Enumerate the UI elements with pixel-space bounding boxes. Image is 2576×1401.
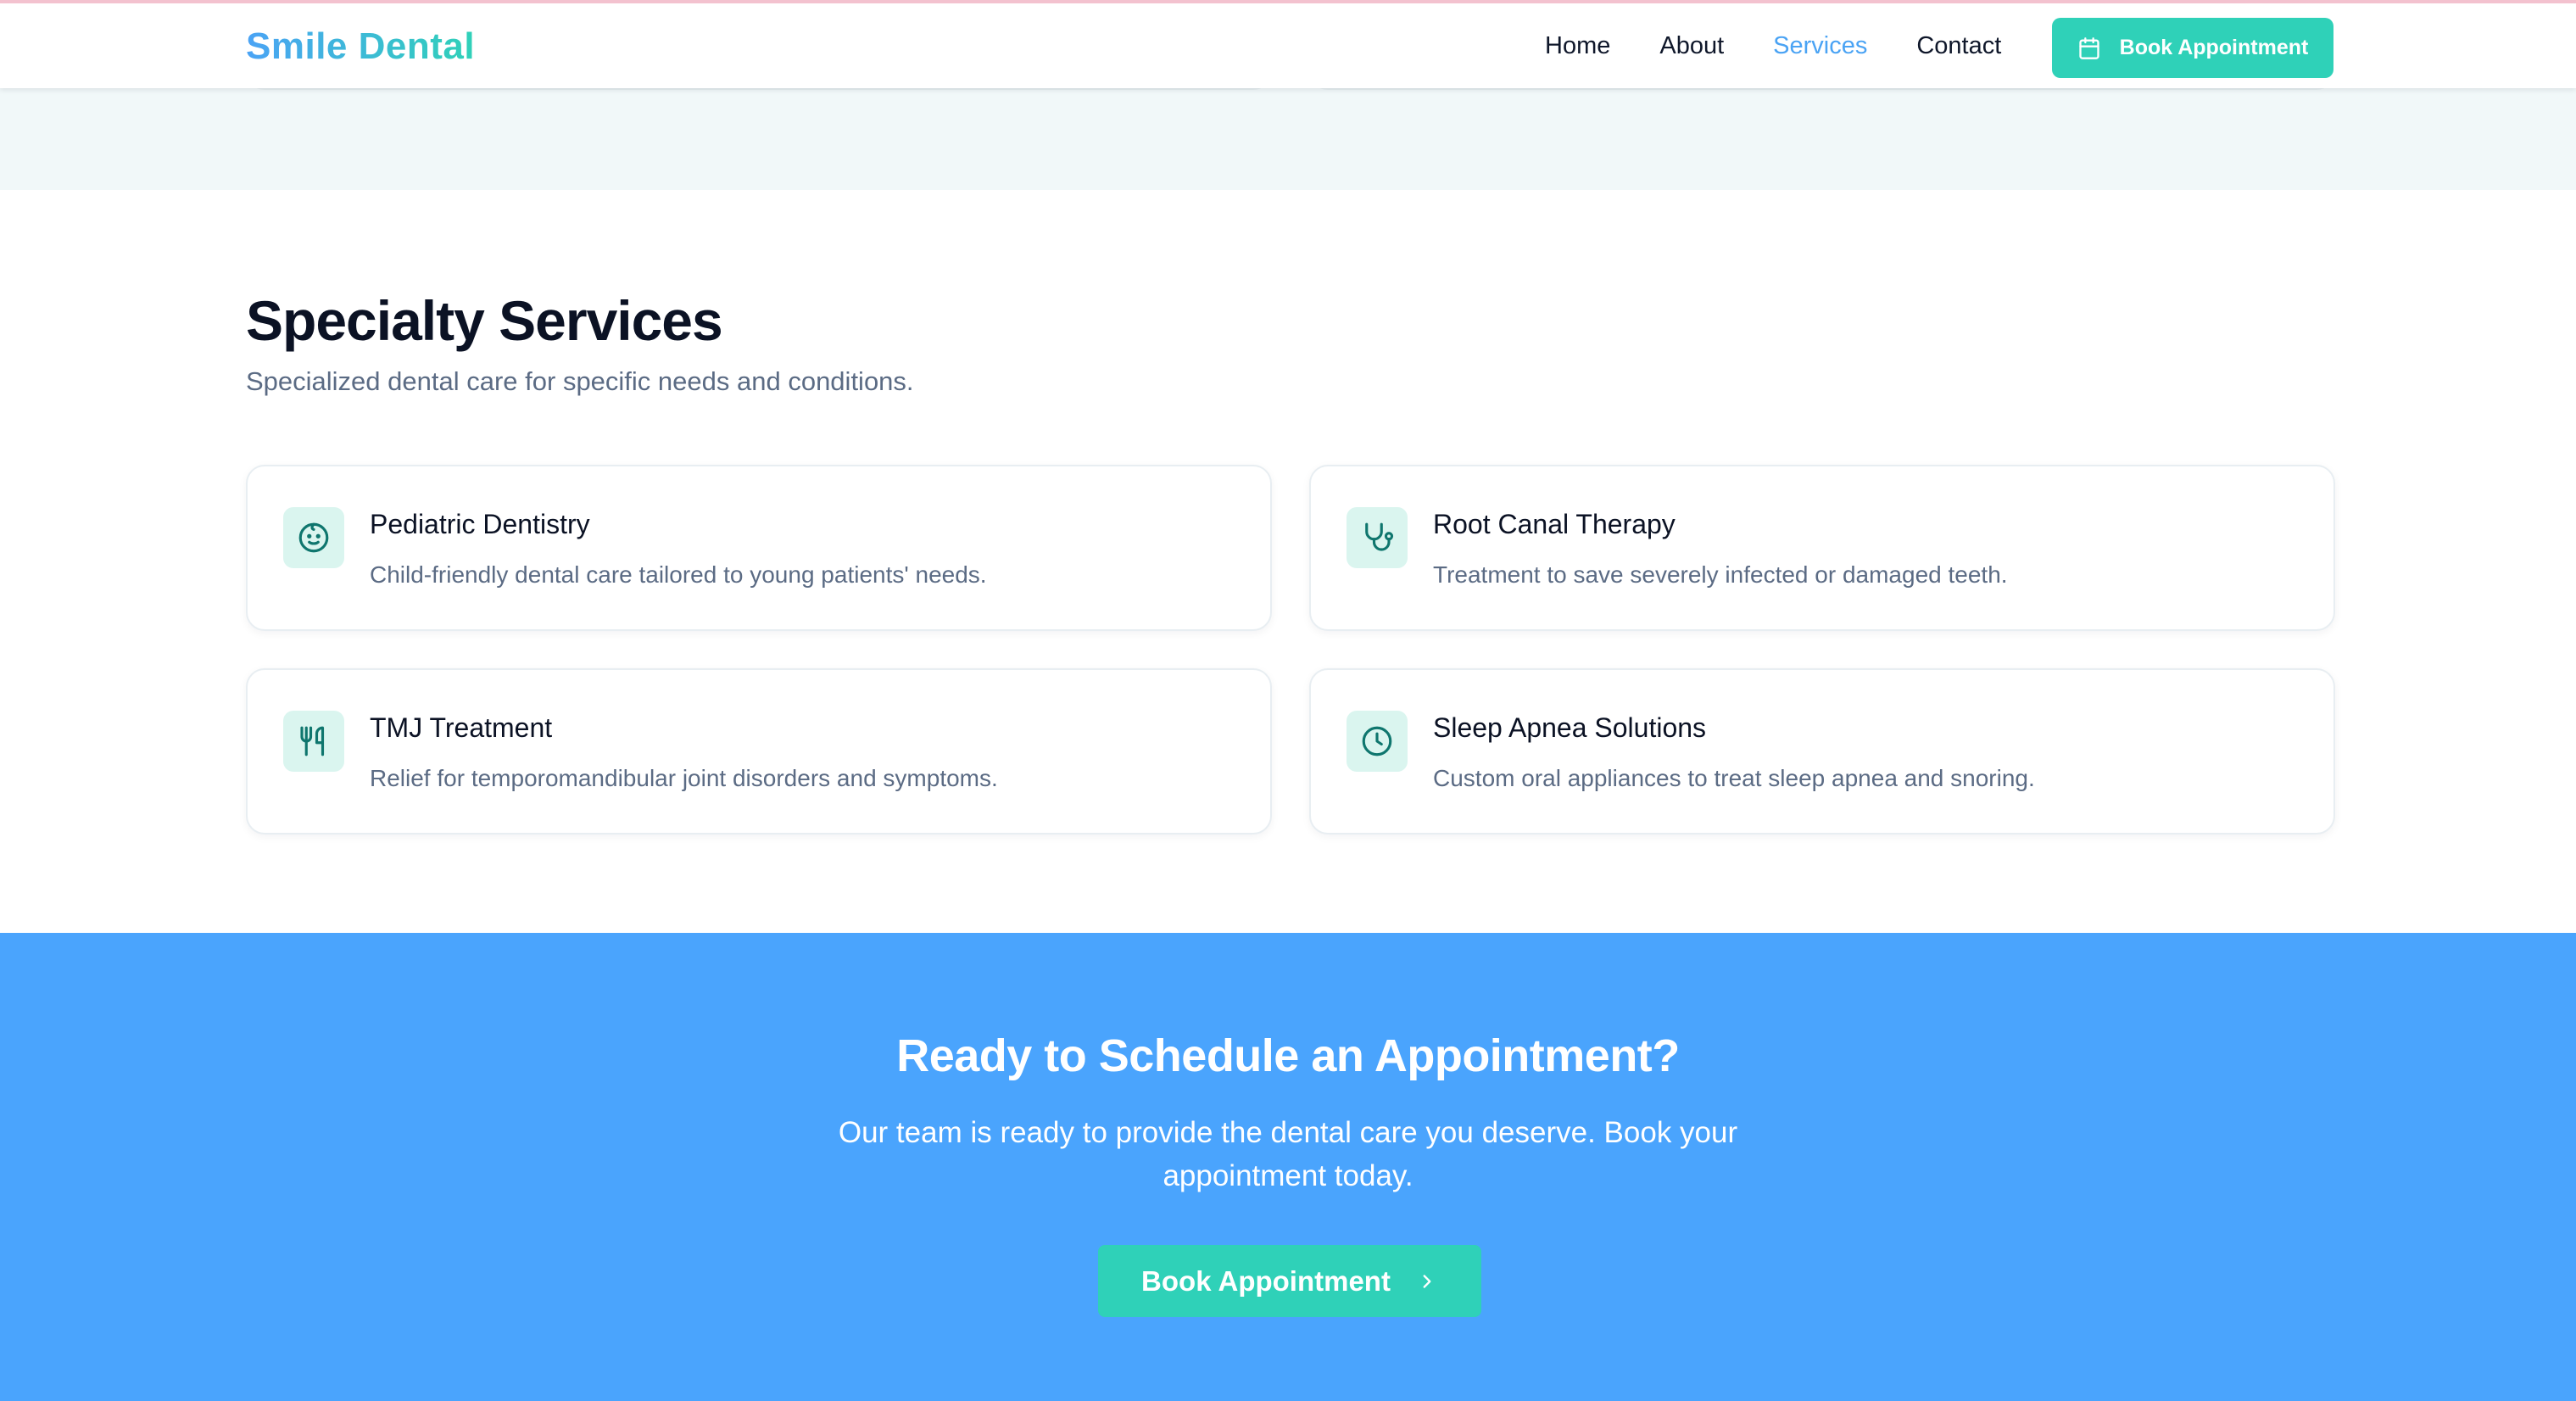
baby-face-icon <box>298 522 329 553</box>
nav-contact[interactable]: Contact <box>1916 32 2001 60</box>
clock-icon <box>1362 726 1392 756</box>
service-title: Sleep Apnea Solutions <box>1433 712 1707 743</box>
service-description: Relief for temporomandibular joint disor… <box>370 765 998 791</box>
service-description: Treatment to save severely infected or d… <box>1433 561 2008 588</box>
service-icon-box <box>1347 711 1408 772</box>
service-description: Child-friendly dental care tailored to y… <box>370 561 987 588</box>
section-title: Specialty Services <box>246 289 723 352</box>
service-title: Pediatric Dentistry <box>370 509 590 539</box>
service-card-tmj-treatment[interactable]: TMJ Treatment Relief for temporomandibul… <box>246 668 1272 834</box>
cta-description: Our team is ready to provide the dental … <box>838 1116 1738 1192</box>
appointment-cta-section: Ready to Schedule an Appointment? Our te… <box>0 933 2576 1401</box>
service-icon-box <box>283 711 344 772</box>
calendar-icon <box>2079 36 2099 59</box>
main-nav: Home About Services Contact <box>1545 32 2001 60</box>
nav-home[interactable]: Home <box>1545 32 1610 60</box>
service-card-root-canal-therapy[interactable]: Root Canal Therapy Treatment to save sev… <box>1309 465 2335 631</box>
nav-about[interactable]: About <box>1659 32 1724 60</box>
service-title: TMJ Treatment <box>370 712 553 743</box>
book-appointment-button[interactable]: Book Appointment <box>2052 18 2333 78</box>
utensils-icon <box>300 726 325 756</box>
site-header: Smile Dental Home About Services Contact… <box>0 0 2576 88</box>
service-card-sleep-apnea-solutions[interactable]: Sleep Apnea Solutions Custom oral applia… <box>1309 668 2335 834</box>
book-appointment-label: Book Appointment <box>2119 36 2309 59</box>
chevron-right-icon <box>1423 1274 1431 1288</box>
stethoscope-icon <box>1365 522 1394 551</box>
service-card-pediatric-dentistry[interactable]: Pediatric Dentistry Child-friendly denta… <box>246 465 1272 631</box>
service-icon-box <box>283 507 344 568</box>
service-icon-box <box>1347 507 1408 568</box>
cta-title: Ready to Schedule an Appointment? <box>896 1030 1680 1081</box>
site-logo[interactable]: Smile Dental <box>246 25 475 68</box>
service-description: Custom oral appliances to treat sleep ap… <box>1433 765 2035 791</box>
cta-button-label: Book Appointment <box>1141 1264 1391 1297</box>
section-subtitle: Specialized dental care for specific nee… <box>246 366 914 396</box>
nav-services[interactable]: Services <box>1773 32 1867 60</box>
service-title: Root Canal Therapy <box>1433 509 1676 539</box>
cta-book-appointment-button[interactable]: Book Appointment <box>1098 1245 1481 1317</box>
